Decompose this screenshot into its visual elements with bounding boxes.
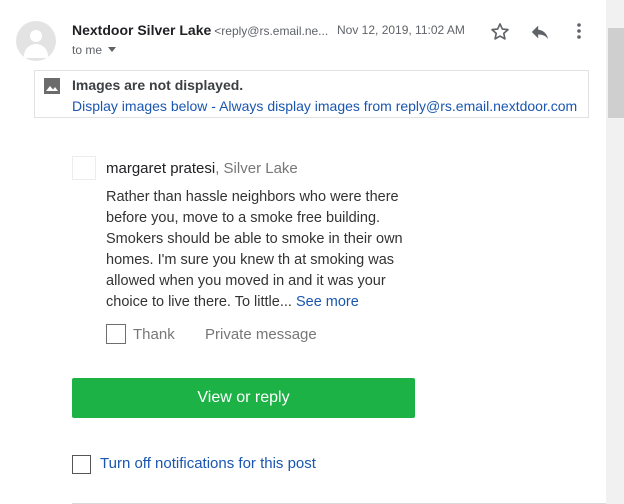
- display-images-below-link[interactable]: Display images below: [72, 98, 207, 114]
- author-name[interactable]: margaret pratesi: [106, 160, 215, 177]
- image-display-links: Display images below - Always display im…: [72, 98, 577, 114]
- sender-email: <reply@rs.email.ne...: [214, 24, 329, 38]
- images-hidden-title: Images are not displayed.: [72, 77, 244, 93]
- star-icon[interactable]: [489, 21, 511, 43]
- see-more-link[interactable]: See more: [296, 294, 359, 310]
- view-or-reply-label: View or reply: [197, 389, 290, 406]
- recipient-dropdown[interactable]: to me: [72, 43, 117, 57]
- post-text: Rather than hassle neighbors who were th…: [106, 189, 403, 310]
- image-icon: [44, 78, 60, 94]
- reply-icon[interactable]: [529, 22, 551, 42]
- notifications-checkbox[interactable]: [72, 455, 91, 474]
- avatar-body-shape: [24, 44, 48, 58]
- turn-off-notifications-link[interactable]: Turn off notifications for this post: [100, 455, 316, 472]
- email-date: Nov 12, 2019, 11:02 AM: [337, 23, 465, 37]
- thank-label[interactable]: Thank: [133, 326, 175, 343]
- view-or-reply-button[interactable]: View or reply: [72, 378, 415, 418]
- link-separator: -: [207, 98, 220, 114]
- recipient-label: to me: [72, 43, 103, 57]
- thank-checkbox[interactable]: [106, 324, 126, 344]
- sender-line: Nextdoor Silver Lake <reply@rs.email.ne..…: [72, 22, 328, 38]
- sender-name[interactable]: Nextdoor Silver Lake: [72, 22, 211, 38]
- scrollbar-thumb[interactable]: [608, 28, 624, 118]
- post-body: Rather than hassle neighbors who were th…: [106, 187, 416, 313]
- more-vert-icon[interactable]: [570, 21, 588, 41]
- private-message-link[interactable]: Private message: [205, 326, 317, 343]
- chevron-down-icon: [108, 47, 117, 52]
- sender-avatar[interactable]: [16, 21, 56, 61]
- post-author-avatar[interactable]: [72, 156, 96, 180]
- post-author: margaret pratesi, Silver Lake: [106, 160, 298, 177]
- author-location: , Silver Lake: [215, 160, 298, 177]
- avatar-head-shape: [30, 30, 42, 42]
- always-display-images-link[interactable]: Always display images from reply@rs.emai…: [219, 98, 577, 114]
